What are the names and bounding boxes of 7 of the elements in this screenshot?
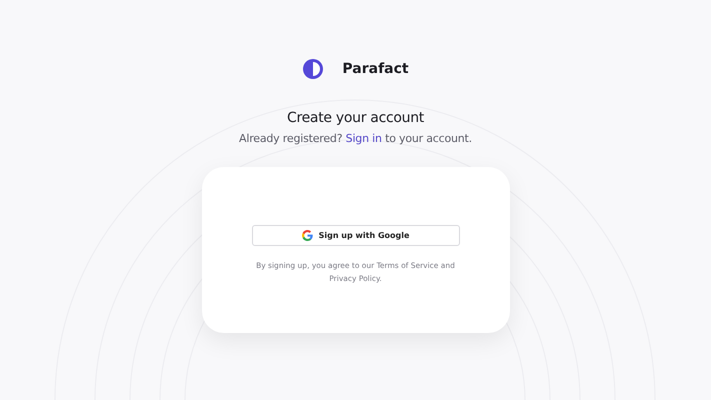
google-signup-button[interactable]: Sign up with Google bbox=[252, 225, 460, 246]
subtitle-text: Already registered? Sign in to your account. bbox=[239, 132, 472, 145]
google-logo-icon bbox=[302, 230, 313, 241]
page-heading: Create your account bbox=[287, 110, 424, 126]
brand-name: Parafact bbox=[342, 61, 409, 77]
logo-icon bbox=[302, 58, 324, 80]
sign-in-link[interactable]: Sign in bbox=[346, 132, 382, 145]
